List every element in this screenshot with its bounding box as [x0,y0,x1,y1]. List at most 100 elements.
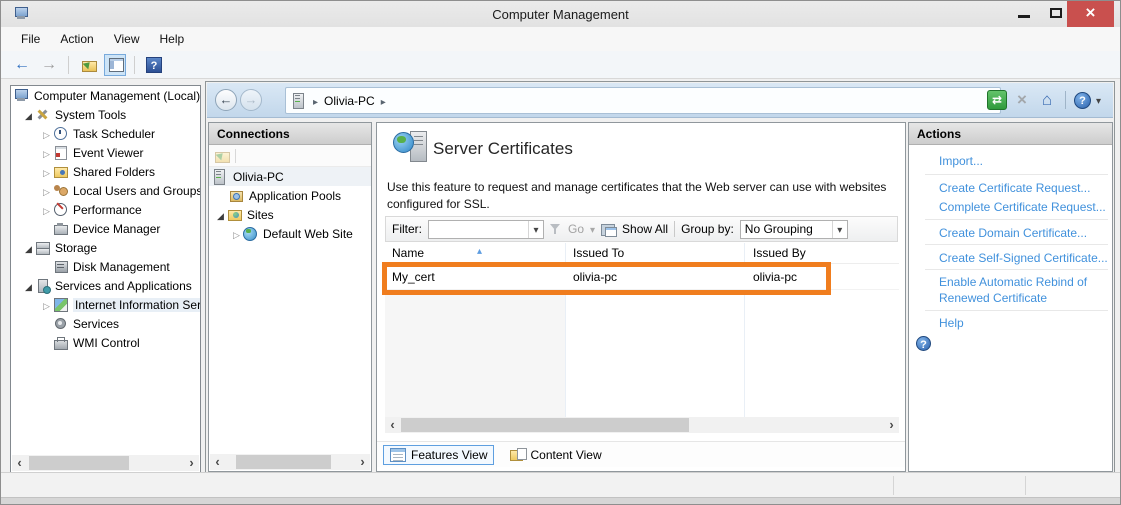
expand-expander-icon[interactable] [40,146,53,160]
connections-item-server[interactable]: Olivia-PC [209,167,371,186]
connections-toolbar [209,145,371,167]
home-icon[interactable] [1037,90,1057,110]
view-tabbar: Features View Content View [377,441,905,467]
help-dropdown-icon[interactable] [1096,93,1101,107]
tree-item-device-manager[interactable]: Device Manager [11,219,200,238]
action-help[interactable]: Help [939,315,964,331]
back-button[interactable] [11,54,33,76]
tree-item-services[interactable]: Services [11,314,200,333]
list-horizontal-scrollbar[interactable] [385,417,899,433]
scroll-left-icon[interactable] [210,454,225,470]
window-title: Computer Management [1,7,1120,22]
export-list-button[interactable] [77,54,99,76]
close-button[interactable]: × [1067,1,1114,27]
computer-icon [14,88,29,103]
iis-forward-button[interactable] [240,89,262,111]
tree-horizontal-scrollbar[interactable] [12,455,199,471]
action-create-certificate-request[interactable]: Create Certificate Request... [939,180,1090,196]
forward-button[interactable] [38,54,60,76]
tree-item-shared-folders[interactable]: Shared Folders [11,162,200,181]
breadcrumb-arrow-icon[interactable] [381,94,386,108]
connections-item-application-pools[interactable]: Application Pools [209,186,371,205]
show-console-tree-button[interactable] [104,54,126,76]
help-icon [146,57,162,73]
scroll-right-icon[interactable] [184,455,199,471]
scroll-left-icon[interactable] [12,455,27,471]
expand-expander-icon[interactable] [40,298,53,312]
iis-back-button[interactable] [215,89,237,111]
column-issued-to[interactable]: Issued To [573,246,624,260]
stop-icon[interactable] [1012,90,1032,110]
column-name[interactable]: Name [392,246,424,260]
scrollbar-thumb[interactable] [236,455,331,469]
tree-item-disk-management[interactable]: Disk Management [11,257,200,276]
scroll-right-icon[interactable] [884,417,899,433]
collapse-expander-icon[interactable] [214,208,227,222]
tree-item-computer-management[interactable]: Computer Management (Local) [11,86,200,105]
tree-item-event-viewer[interactable]: Event Viewer [11,143,200,162]
go-button[interactable]: Go [568,222,584,236]
help-icon[interactable] [1074,92,1091,109]
breadcrumb[interactable]: Olivia-PC [285,87,1001,114]
console-tree-panel: Computer Management (Local) System Tools… [10,85,201,473]
expand-expander-icon[interactable] [40,184,53,198]
scrollbar-thumb[interactable] [29,456,129,470]
forward-icon [41,56,57,74]
save-connections-icon[interactable] [214,148,229,163]
action-create-domain-certificate[interactable]: Create Domain Certificate... [939,225,1087,241]
tab-features-view[interactable]: Features View [383,445,494,465]
tree-item-performance[interactable]: Performance [11,200,200,219]
collapse-expander-icon[interactable] [22,108,35,122]
tree-item-services-applications[interactable]: Services and Applications [11,276,200,295]
refresh-icon[interactable] [987,90,1007,110]
breadcrumb-arrow-icon[interactable] [313,94,318,108]
tree-item-wmi-control[interactable]: WMI Control [11,333,200,352]
minimize-button[interactable] [1009,1,1039,27]
menu-help[interactable]: Help [150,29,195,49]
tab-content-view[interactable]: Content View [504,445,607,464]
action-complete-certificate-request[interactable]: Complete Certificate Request... [939,199,1106,215]
tree-item-task-scheduler[interactable]: Task Scheduler [11,124,200,143]
filter-input[interactable] [428,220,544,239]
scroll-right-icon[interactable] [355,454,370,470]
iis-address-bar: Olivia-PC [207,83,1113,118]
grouping-select[interactable]: No Grouping [740,220,848,239]
sort-ascending-icon[interactable] [477,243,482,257]
collapse-expander-icon[interactable] [22,241,35,255]
breadcrumb-location[interactable]: Olivia-PC [324,94,375,108]
menu-action[interactable]: Action [50,29,103,49]
menu-file[interactable]: File [11,29,50,49]
system-tools-icon [35,107,50,122]
connections-item-sites[interactable]: Sites [209,205,371,224]
expand-expander-icon[interactable] [40,165,53,179]
connections-item-default-web-site[interactable]: Default Web Site [209,224,371,243]
collapse-expander-icon[interactable] [22,279,35,293]
tree-item-internet-information-services[interactable]: Internet Information Services [11,295,200,314]
go-dropdown-icon[interactable] [590,222,595,236]
expand-expander-icon[interactable] [230,227,243,241]
titlebar[interactable]: Computer Management × [1,1,1120,27]
action-import[interactable]: Import... [939,153,983,169]
expand-expander-icon[interactable] [40,203,53,217]
column-issued-by[interactable]: Issued By [753,246,806,260]
chevron-down-icon[interactable] [533,222,538,236]
disk-management-icon [53,259,68,274]
chevron-down-icon[interactable] [837,222,842,236]
show-all-button[interactable]: Show All [622,222,668,236]
show-all-icon [601,222,616,237]
action-create-self-signed-certificate[interactable]: Create Self-Signed Certificate... [939,250,1108,266]
action-enable-automatic-rebind[interactable]: Enable Automatic Rebind of Renewed Certi… [939,274,1107,306]
scrollbar-thumb[interactable] [401,418,689,432]
filter-funnel-icon [550,223,562,235]
scroll-left-icon[interactable] [385,417,400,433]
help-button[interactable] [143,54,165,76]
expand-expander-icon[interactable] [40,127,53,141]
tree-item-storage[interactable]: Storage [11,238,200,257]
local-users-groups-icon [53,183,68,198]
tree-item-system-tools[interactable]: System Tools [11,105,200,124]
status-divider [893,476,894,495]
connections-horizontal-scrollbar[interactable] [210,454,370,470]
tree-item-local-users-groups[interactable]: Local Users and Groups [11,181,200,200]
menu-view[interactable]: View [104,29,150,49]
toolbar-separator [134,56,135,74]
